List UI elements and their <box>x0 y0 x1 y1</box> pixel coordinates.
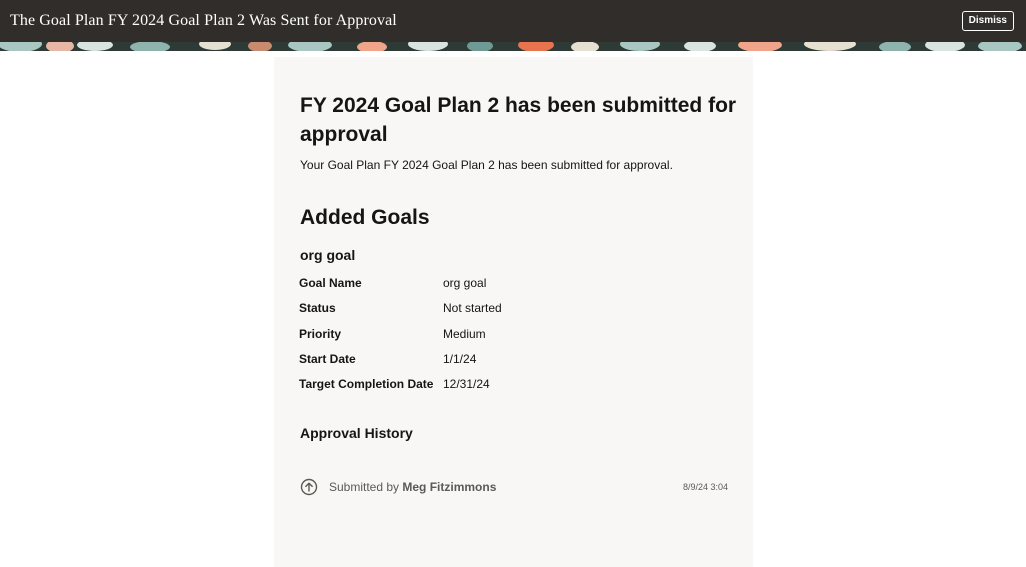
detail-value: Not started <box>443 301 502 315</box>
detail-row-target-completion-date: Target Completion Date 12/31/24 <box>299 377 490 391</box>
dismiss-button[interactable]: Dismiss <box>961 11 1014 31</box>
notification-header: The Goal Plan FY 2024 Goal Plan 2 Was Se… <box>0 0 1026 42</box>
decorative-banner <box>0 42 1026 51</box>
history-user: Meg Fitzimmons <box>402 480 497 494</box>
history-prefix: Submitted by <box>329 480 400 494</box>
detail-row-status: Status Not started <box>299 301 502 315</box>
detail-value: 12/31/24 <box>443 377 490 391</box>
goal-heading: org goal <box>300 247 356 263</box>
history-timestamp: 8/9/24 3:04 <box>682 482 728 492</box>
detail-value: Medium <box>443 327 486 341</box>
detail-label: Target Completion Date <box>299 377 434 391</box>
detail-row-goal-name: Goal Name org goal <box>299 276 486 290</box>
approval-history-entry: Submitted by Meg Fitzimmons 8/9/24 3:04 <box>300 478 728 496</box>
detail-value: org goal <box>443 276 487 290</box>
detail-value: 1/1/24 <box>443 352 477 366</box>
approval-history-heading: Approval History <box>300 425 413 441</box>
detail-label: Priority <box>299 327 342 341</box>
submission-message: Your Goal Plan FY 2024 Goal Plan 2 has b… <box>300 158 673 172</box>
history-description: Submitted by Meg Fitzimmons <box>329 480 496 494</box>
notification-title: The Goal Plan FY 2024 Goal Plan 2 Was Se… <box>10 12 397 29</box>
detail-row-start-date: Start Date 1/1/24 <box>299 352 476 366</box>
detail-label: Status <box>299 301 336 315</box>
detail-label: Goal Name <box>299 276 362 290</box>
detail-row-priority: Priority Medium <box>299 327 486 341</box>
arrow-up-circle-icon <box>300 478 318 496</box>
page-title: FY 2024 Goal Plan 2 has been submitted f… <box>300 94 737 146</box>
submission-card: FY 2024 Goal Plan 2 has been submitted f… <box>274 57 753 567</box>
added-goals-heading: Added Goals <box>300 206 430 229</box>
detail-label: Start Date <box>299 352 356 366</box>
